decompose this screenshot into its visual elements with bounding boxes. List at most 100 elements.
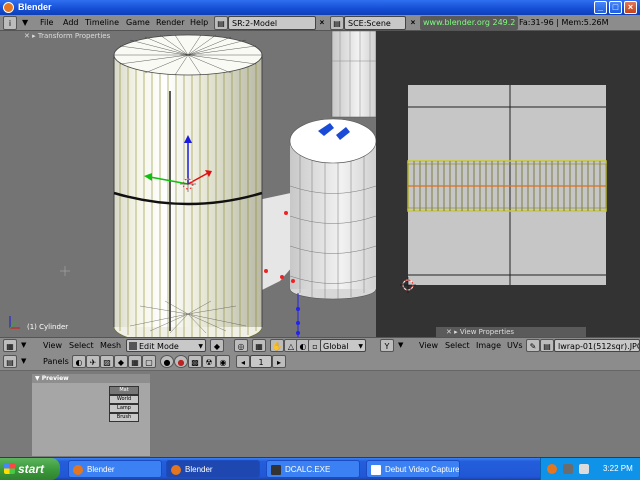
taskbar-item-debut[interactable]: Debut Video Capture ... — [366, 460, 460, 478]
screen-name-field[interactable]: SR:2-Model — [228, 16, 316, 30]
preview-mat-button[interactable]: Mat — [109, 386, 139, 395]
console-icon — [271, 465, 281, 475]
menu-view[interactable]: View — [43, 339, 62, 352]
menu-help[interactable]: Help — [186, 16, 212, 30]
active-object-label: (1) Cylinder — [27, 323, 69, 331]
world-shading-icon[interactable]: ◉ — [216, 355, 230, 368]
frame-next-button[interactable]: ▸ — [272, 355, 286, 368]
scene-browse-icon[interactable]: ▤ — [330, 16, 344, 30]
scene-delete-button[interactable]: × — [408, 16, 418, 30]
scene-context-icon[interactable]: ▢ — [142, 355, 156, 368]
view-properties-label: View Properties — [459, 328, 515, 336]
preview-type-buttons: Mat World Lamp Brush — [109, 386, 139, 422]
mode-label: Edit Mode — [139, 342, 179, 351]
dropdown-arrow-icon: ▼ — [198, 343, 203, 350]
uv-canvas — [400, 85, 607, 293]
tray-app-icon[interactable] — [547, 464, 557, 474]
small-cylinder — [289, 118, 376, 300]
window-title: Blender — [18, 2, 52, 12]
menu-view[interactable]: View — [419, 339, 438, 352]
taskbar-item-label: DCALC.EXE — [285, 465, 331, 474]
transform-properties-label: Transform Properties — [37, 32, 111, 40]
menu-render[interactable]: Render — [152, 16, 188, 30]
blender-logo-icon — [3, 2, 14, 13]
editing-context-icon[interactable]: ▦ — [128, 355, 142, 368]
menu-timeline[interactable]: Timeline — [81, 16, 123, 30]
blender-version-link[interactable]: www.blender.org 249.2 — [420, 16, 519, 30]
taskbar-item-blender-2[interactable]: Blender — [166, 460, 260, 478]
uv-image-editor[interactable]: ✕ ▸ View Properties — [376, 31, 640, 337]
properties-arrows-icon: ✕ ▸ — [446, 328, 460, 336]
window-type-icon[interactable]: i — [3, 16, 17, 30]
collapse-menu-icon[interactable]: ▼ — [21, 355, 26, 368]
preview-world-button[interactable]: World — [109, 395, 139, 404]
texture-shading-icon[interactable]: ▩ — [188, 355, 202, 368]
radio-shading-icon[interactable]: ☢ — [202, 355, 216, 368]
frame-field[interactable]: 1 — [250, 355, 272, 368]
start-button[interactable]: start — [0, 458, 60, 480]
screen-browse-icon[interactable]: ▤ — [214, 16, 228, 30]
mode-dropdown[interactable]: Edit Mode ▼ — [126, 339, 206, 352]
preview-brush-button[interactable]: Brush — [109, 413, 139, 422]
menu-select[interactable]: Select — [69, 339, 94, 352]
transform-properties-tab[interactable]: ✕ ▸ Transform Properties — [24, 31, 184, 41]
menu-image[interactable]: Image — [476, 339, 501, 352]
3d-scene — [9, 31, 376, 337]
panel-collapse-icon: ▼ — [35, 375, 42, 382]
close-button[interactable]: × — [624, 1, 637, 14]
windows-taskbar: start Blender Blender DCALC.EXE Debut Vi… — [0, 458, 640, 480]
preview-lamp-button[interactable]: Lamp — [109, 404, 139, 413]
3d-viewport[interactable]: ✕ ▸ Transform Properties (1) Cylinder — [0, 31, 376, 337]
menu-add[interactable]: Add — [59, 16, 83, 30]
collapse-menu-icon[interactable]: ▼ — [398, 339, 403, 352]
image-name-field[interactable]: lwrap-01(512sqr).JPG — [554, 339, 640, 352]
material-shading-icon[interactable]: ● — [174, 355, 188, 368]
window-type-image-icon[interactable]: Y — [380, 339, 394, 352]
window-title-bar[interactable]: Blender _ □ × — [0, 0, 640, 15]
uv-editor-header: Y ▼ View Select Image UVs ✎ ▤ lwrap-01(5… — [376, 337, 640, 353]
image-browse-icon[interactable]: ▤ — [540, 339, 554, 352]
collapse-menu-icon[interactable]: ▼ — [22, 16, 30, 30]
script-context-icon[interactable]: ✈ — [86, 355, 100, 368]
taskbar-item-blender-1[interactable]: Blender — [68, 460, 162, 478]
frame-prev-button[interactable]: ◂ — [236, 355, 250, 368]
window-type-3d-icon[interactable]: ▦ — [3, 339, 17, 352]
taskbar-item-label: Debut Video Capture ... — [385, 465, 460, 474]
view-properties-tab[interactable]: ✕ ▸ View Properties — [436, 327, 586, 337]
scene-name-field[interactable]: SCE:Scene — [344, 16, 406, 30]
pin-icon[interactable]: ✎ — [526, 339, 540, 352]
menu-mesh[interactable]: Mesh — [100, 339, 121, 352]
properties-arrows-icon: ✕ ▸ — [24, 32, 38, 40]
clock: 3:22 PM — [603, 464, 633, 473]
scene-stats: Fa:31-96 | Mem:5.26M (26.44M) — [519, 18, 609, 41]
menu-uvs[interactable]: UVs — [507, 339, 523, 352]
orientation-dropdown[interactable]: Global ▼ — [320, 339, 366, 352]
menu-file[interactable]: File — [36, 16, 57, 30]
menu-select[interactable]: Select — [445, 339, 470, 352]
pivot-icon[interactable]: ◎ — [234, 339, 248, 352]
start-label: start — [18, 462, 45, 476]
shading-context-icon[interactable]: ▨ — [100, 355, 114, 368]
window-type-buttons-icon[interactable]: ▤ — [3, 355, 17, 368]
manipulator-hand-icon[interactable]: ✋ — [270, 339, 284, 352]
preview-panel-header[interactable]: ▼ Preview — [32, 374, 150, 383]
logic-context-icon[interactable]: ◐ — [72, 355, 86, 368]
grid-crosshair — [60, 266, 70, 276]
preview-panel-title: Preview — [41, 375, 69, 382]
view-axis-gizmo — [9, 316, 20, 329]
object-context-icon[interactable]: ◆ — [114, 355, 128, 368]
menu-game[interactable]: Game — [122, 16, 154, 30]
dropdown-arrow-icon: ▼ — [358, 343, 363, 350]
taskbar-item-dcalc[interactable]: DCALC.EXE — [266, 460, 360, 478]
windows-flag-icon — [4, 463, 15, 474]
maximize-button[interactable]: □ — [609, 1, 622, 14]
layer-grid-icon[interactable]: ▦ — [252, 339, 266, 352]
lamp-shading-icon[interactable]: ● — [160, 355, 174, 368]
info-header: i ▼ File Add Timeline Game Render Help ▤… — [0, 15, 640, 41]
screen-delete-button[interactable]: × — [317, 16, 327, 30]
minimize-button[interactable]: _ — [594, 1, 607, 14]
network-icon[interactable] — [563, 464, 573, 474]
collapse-menu-icon[interactable]: ▼ — [21, 339, 26, 352]
volume-icon[interactable] — [579, 464, 589, 474]
draw-type-icon[interactable]: ◆ — [210, 339, 224, 352]
